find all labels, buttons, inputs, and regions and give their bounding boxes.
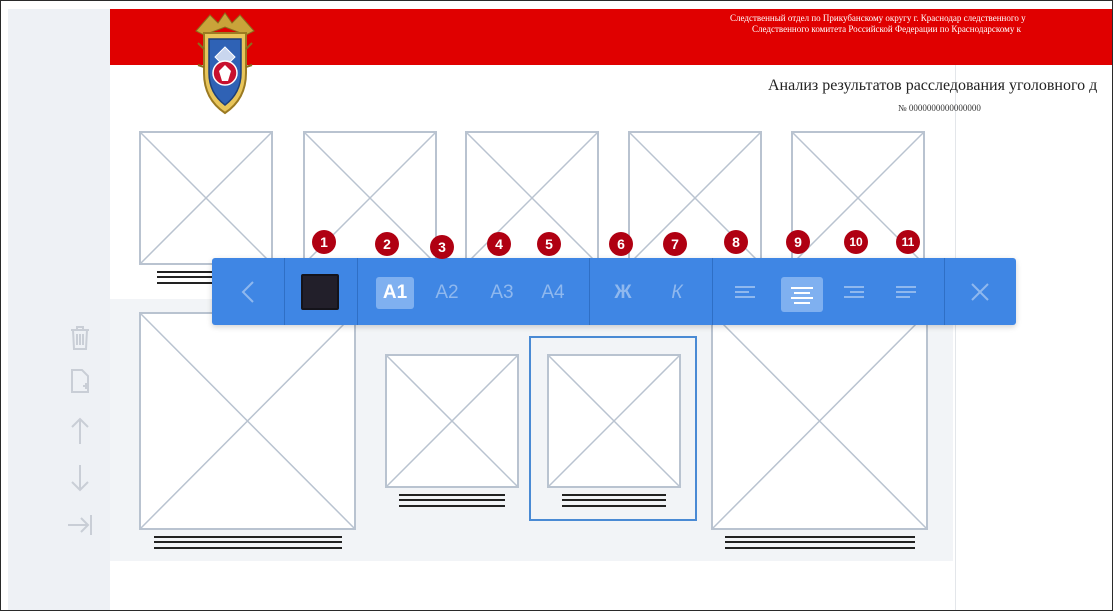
organization-name: Следственный отдел по Прикубанскому окру… <box>710 13 1112 35</box>
callout-badge-11: 11 <box>896 230 920 254</box>
toolbar-divider <box>357 258 358 325</box>
arrow-down-icon[interactable] <box>66 464 94 492</box>
arrow-up-icon[interactable] <box>66 417 94 445</box>
callout-badge-10: 10 <box>844 230 868 254</box>
caption-lines <box>725 536 915 549</box>
image-placeholder-selected[interactable] <box>547 354 681 488</box>
image-placeholder[interactable] <box>139 131 273 265</box>
toolbar-divider <box>589 258 590 325</box>
image-placeholder[interactable] <box>465 131 599 265</box>
italic-button[interactable]: К <box>659 277 695 309</box>
callout-badge-6: 6 <box>609 232 633 256</box>
bold-button[interactable]: Ж <box>605 277 641 309</box>
trash-icon[interactable] <box>66 324 94 352</box>
callout-badge-3: 3 <box>430 235 454 259</box>
org-line-1: Следственный отдел по Прикубанскому окру… <box>730 13 1026 23</box>
callout-badge-5: 5 <box>537 232 561 256</box>
left-tool-rail <box>8 9 110 610</box>
document-title: Анализ результатов расследования уголовн… <box>768 77 1098 94</box>
image-placeholder[interactable] <box>139 312 356 530</box>
text-color-swatch[interactable] <box>301 274 339 310</box>
image-placeholder[interactable] <box>711 312 928 530</box>
callout-badge-1: 1 <box>312 230 336 254</box>
font-size-a1-button[interactable]: A1 <box>376 277 414 309</box>
font-size-a3-button[interactable]: A3 <box>482 277 522 309</box>
align-right-icon[interactable] <box>836 277 872 309</box>
app-window: Следственный отдел по Прикубанскому окру… <box>0 0 1113 611</box>
add-page-icon[interactable] <box>66 367 94 395</box>
font-size-a4-button[interactable]: A4 <box>533 277 573 309</box>
align-justify-icon[interactable] <box>888 277 924 309</box>
caption-lines <box>562 494 666 507</box>
callout-badge-4: 4 <box>487 232 511 256</box>
callout-badge-8: 8 <box>724 230 748 254</box>
align-center-icon[interactable] <box>781 277 823 312</box>
chevron-left-icon[interactable] <box>228 274 268 310</box>
toolbar-divider <box>712 258 713 325</box>
move-to-end-icon[interactable] <box>66 511 94 539</box>
toolbar-divider <box>284 258 285 325</box>
org-line-2: Следственного комитета Российской Федера… <box>752 24 1021 34</box>
caption-lines <box>154 536 342 549</box>
toolbar-divider <box>944 258 945 325</box>
close-icon[interactable] <box>962 275 998 309</box>
callout-badge-9: 9 <box>786 230 810 254</box>
document-number: № 0000000000000000 <box>898 103 981 113</box>
emblem-icon <box>195 12 255 115</box>
align-left-icon[interactable] <box>727 277 763 309</box>
image-placeholder[interactable] <box>385 354 519 488</box>
font-size-a2-button[interactable]: A2 <box>427 277 467 309</box>
caption-lines <box>399 494 505 507</box>
callout-badge-2: 2 <box>375 232 399 256</box>
callout-badge-7: 7 <box>663 232 687 256</box>
text-format-toolbar: A1 A2 A3 A4 Ж К <box>212 258 1016 325</box>
